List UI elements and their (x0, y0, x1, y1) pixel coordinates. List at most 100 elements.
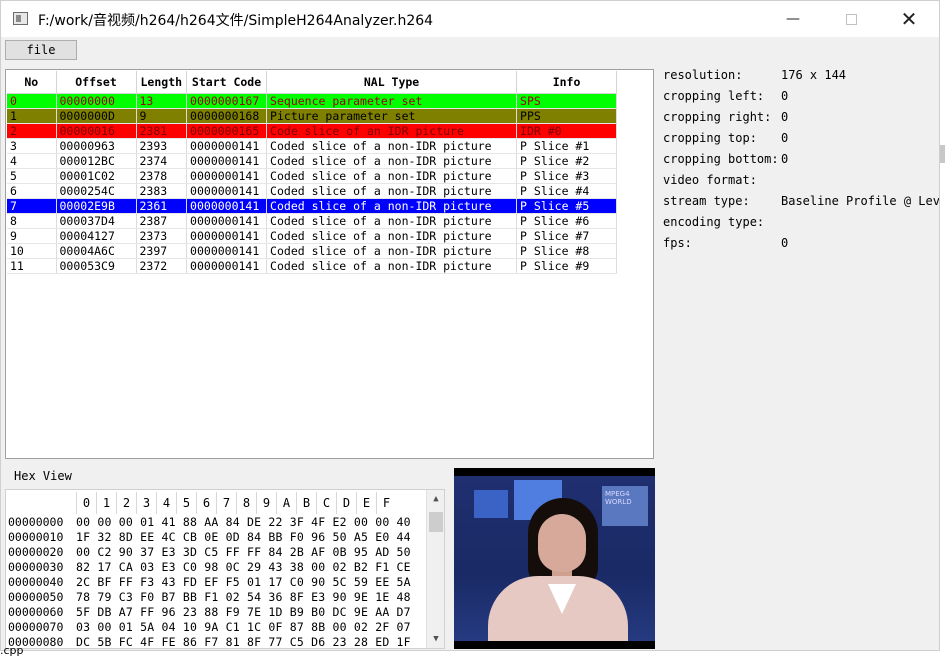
info-value: 0 (781, 152, 789, 166)
nal-row[interactable]: 8 000037D4 2387 0000000141 Coded slice of a … (7, 213, 618, 229)
nal-row[interactable]: 3 00000963 2393 0000000141 Coded slice of a … (7, 138, 618, 154)
video-monitor-right: MPEG4 WORLD (602, 486, 648, 526)
nal-row[interactable]: 2 00000016 2381 0000000165 Code slice of an … (7, 123, 618, 139)
nal-list-panel[interactable]: No Offset Length Start Code NAL Type Inf… (5, 69, 654, 459)
cell-offset: 000037D4 (56, 213, 137, 229)
hex-column-label: E (356, 492, 376, 514)
hex-column-label: 7 (216, 492, 236, 514)
cell-length: 2372 (136, 258, 188, 274)
nal-row[interactable]: 7 00002E9B 2361 0000000141 Coded slice of a … (7, 198, 618, 214)
header-info[interactable]: Info (516, 71, 618, 94)
info-label: video format: (663, 173, 757, 187)
nal-row[interactable]: 10 00004A6C 2397 0000000141 Coded slice of a… (7, 243, 618, 259)
hex-column-label: A (276, 492, 296, 514)
hex-column-label: 2 (116, 492, 136, 514)
hex-corner (6, 490, 76, 514)
hex-column-label: C (316, 492, 336, 514)
background-window-text: .cpp (0, 644, 24, 656)
nal-row[interactable]: 1 0000000D 9 0000000168 Picture parameter se… (7, 108, 618, 124)
cell-offset: 00001C02 (56, 168, 137, 184)
cell-no: 5 (7, 168, 57, 184)
cell-start-code: 0000000165 (186, 123, 268, 139)
cell-length: 2373 (136, 228, 188, 244)
maximize-icon (845, 14, 857, 25)
cell-nal-type: Coded slice of a non-IDR picture (266, 243, 518, 259)
cell-info: IDR #0 (516, 123, 618, 139)
scroll-down-icon[interactable]: ▼ (427, 630, 444, 648)
header-no[interactable]: No (7, 71, 57, 94)
hex-bytes: 5F DB A7 FF 96 23 88 F9 7E 1D B9 B0 DC 9… (76, 605, 411, 619)
cell-no: 0 (7, 93, 57, 109)
cell-nal-type: Code slice of an IDR picture (266, 123, 518, 139)
cell-length: 2393 (136, 138, 188, 154)
info-value: 0 (781, 89, 789, 103)
info-label: cropping bottom: (663, 152, 779, 166)
cell-info: P Slice #1 (516, 138, 618, 154)
cell-offset: 000012BC (56, 153, 137, 169)
hex-column-label: F (376, 492, 396, 514)
nal-row[interactable]: 9 00004127 2373 0000000141 Coded slice of a … (7, 228, 618, 244)
hex-bytes: 1F 32 8D EE 4C CB 0E 0D 84 BB F0 96 50 A… (76, 530, 411, 544)
video-preview: MPEG4 WORLD (454, 468, 655, 649)
window-title: F:/work/音视频/h264/h264文件/SimpleH264Analyz… (38, 13, 434, 29)
info-label: fps: (663, 236, 692, 250)
hex-row: 00000010 1F 32 8D EE 4C CB 0E 0D 84 BB F0… (8, 530, 411, 545)
cell-no: 4 (7, 153, 57, 169)
hex-bytes: 78 79 C3 F0 B7 BB F1 02 54 36 8F E3 90 9… (76, 590, 411, 604)
cell-no: 10 (7, 243, 57, 259)
minimize-button[interactable]: — (764, 1, 822, 37)
hex-bytes: 00 C2 90 37 E3 3D C5 FF FF 84 2B AF 0B 9… (76, 545, 411, 559)
app-icon (13, 12, 28, 25)
hex-address: 00000010 (8, 530, 64, 544)
info-value: 0 (781, 131, 789, 145)
cell-no: 9 (7, 228, 57, 244)
cell-info: PPS (516, 108, 618, 124)
hex-bytes: DC 5B FC 4F FE 86 F7 81 8F 77 C5 D6 23 2… (76, 635, 411, 649)
cell-no: 2 (7, 123, 57, 139)
header-nal-type[interactable]: NAL Type (266, 71, 518, 94)
hex-column-label: 6 (196, 492, 216, 514)
hex-scrollbar[interactable]: ▲ ▼ (426, 490, 444, 648)
info-value: 0 (781, 110, 789, 124)
maximize-button[interactable] (822, 1, 880, 37)
cell-nal-type: Coded slice of a non-IDR picture (266, 228, 518, 244)
cell-offset: 000053C9 (56, 258, 137, 274)
nal-table: No Offset Length Start Code NAL Type Inf… (7, 71, 618, 274)
scroll-thumb[interactable] (429, 512, 443, 532)
cell-nal-type: Coded slice of a non-IDR picture (266, 168, 518, 184)
nal-row[interactable]: 0 00000000 13 0000000167 Sequence parameter … (7, 93, 618, 109)
title-bar[interactable]: F:/work/音视频/h264/h264文件/SimpleH264Analyz… (1, 1, 939, 37)
info-label: encoding type: (663, 215, 765, 229)
hex-row: 00000060 5F DB A7 FF 96 23 88 F9 7E 1D B9… (8, 605, 411, 620)
nal-row[interactable]: 11 000053C9 2372 0000000141 Coded slice of a… (7, 258, 618, 274)
info-label: cropping left: (663, 89, 765, 103)
cell-nal-type: Coded slice of a non-IDR picture (266, 213, 518, 229)
nal-row[interactable]: 5 00001C02 2378 0000000141 Coded slice of a … (7, 168, 618, 184)
file-menu-button[interactable]: file (5, 40, 77, 60)
cell-nal-type: Coded slice of a non-IDR picture (266, 258, 518, 274)
header-offset[interactable]: Offset (56, 71, 137, 94)
nal-row[interactable]: 6 0000254C 2383 0000000141 Coded slice of a … (7, 183, 618, 199)
hex-row: 00000080 DC 5B FC 4F FE 86 F7 81 8F 77 C5… (8, 635, 411, 649)
scroll-up-icon[interactable]: ▲ (427, 490, 444, 508)
hex-bytes: 03 00 01 5A 04 10 9A C1 1C 0F 87 8B 00 0… (76, 620, 411, 634)
hex-view-panel[interactable]: 0123456789ABCDEF 00000000 00 00 00 01 41 … (5, 489, 445, 649)
close-button[interactable]: ✕ (880, 1, 938, 37)
cell-offset: 00000000 (56, 93, 137, 109)
hex-column-header: 0123456789ABCDEF (76, 492, 396, 514)
hex-row: 00000070 03 00 01 5A 04 10 9A C1 1C 0F 87… (8, 620, 411, 635)
hex-row: 00000030 82 17 CA 03 E3 C0 98 0C 29 43 38… (8, 560, 411, 575)
hex-column-label: 4 (156, 492, 176, 514)
header-start-code[interactable]: Start Code (186, 71, 268, 94)
analyzer-window: F:/work/音视频/h264/h264文件/SimpleH264Analyz… (0, 0, 940, 651)
cell-nal-type: Coded slice of a non-IDR picture (266, 183, 518, 199)
hex-address: 00000030 (8, 560, 64, 574)
cell-length: 2387 (136, 213, 188, 229)
cell-length: 2397 (136, 243, 188, 259)
cell-nal-type: Coded slice of a non-IDR picture (266, 198, 518, 214)
header-length[interactable]: Length (136, 71, 188, 94)
hex-address: 00000060 (8, 605, 64, 619)
hex-address: 00000050 (8, 590, 64, 604)
hex-column-label: 0 (76, 492, 96, 514)
nal-row[interactable]: 4 000012BC 2374 0000000141 Coded slice of a … (7, 153, 618, 169)
